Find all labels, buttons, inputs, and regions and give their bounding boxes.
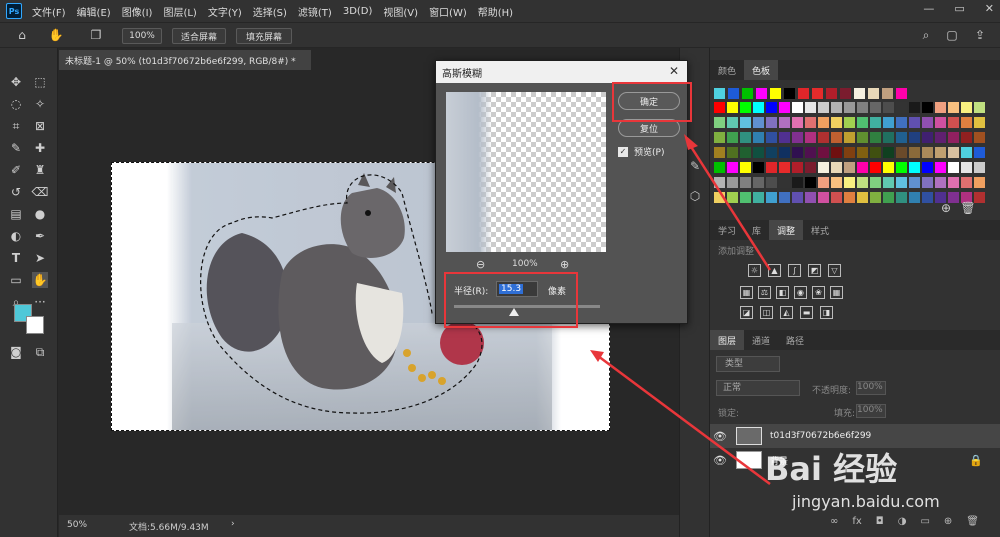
arrow-line-ok	[686, 141, 772, 271]
arrow-line-image	[597, 354, 771, 486]
baidu-watermark: Bai 经验	[765, 442, 955, 492]
watermark-brand: Bai 经验	[765, 450, 898, 488]
watermark-url: jingyan.baidu.com	[792, 492, 940, 511]
arrowhead-ok	[684, 134, 698, 150]
